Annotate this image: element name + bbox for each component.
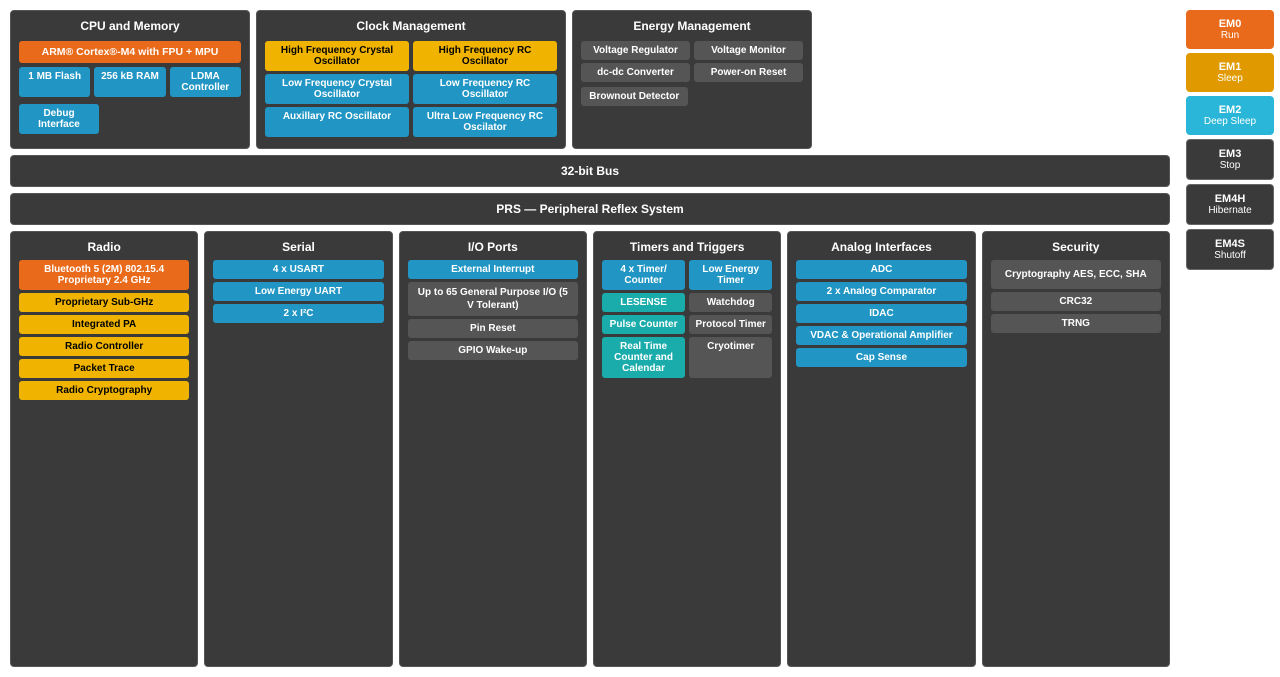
- lfrco-btn: Low Frequency RC Oscillator: [413, 74, 557, 104]
- em4s-label: EM4S: [1191, 238, 1269, 250]
- ldma-btn: LDMA Controller: [170, 67, 241, 97]
- gpio-btn: Up to 65 General Purpose I/O (5 V Tolera…: [408, 282, 578, 316]
- pa-btn: Integrated PA: [19, 315, 189, 334]
- letimer-btn: Low Energy Timer: [689, 260, 772, 290]
- ram-btn: 256 kB RAM: [94, 67, 165, 97]
- ext-btn: External Interrupt: [408, 260, 578, 279]
- bod-btn: Brownout Detector: [581, 87, 688, 106]
- hfrco-btn: High Frequency RC Oscillator: [413, 41, 557, 71]
- em3-badge: EM3 Stop: [1186, 139, 1274, 180]
- idac-btn: IDAC: [796, 304, 966, 323]
- crypto-btn: Radio Cryptography: [19, 381, 189, 400]
- pulse-btn: Pulse Counter: [602, 315, 685, 334]
- clock-section: Clock Management High Frequency Crystal …: [256, 10, 566, 149]
- leuart-btn: Low Energy UART: [213, 282, 383, 301]
- adc-btn: ADC: [796, 260, 966, 279]
- serial-title: Serial: [213, 240, 383, 254]
- em0-label: EM0: [1190, 18, 1270, 30]
- em4s-sub: Shutoff: [1191, 250, 1269, 261]
- crc-btn: CRC32: [991, 292, 1161, 311]
- ctrl-btn: Radio Controller: [19, 337, 189, 356]
- timers-section: Timers and Triggers 4 x Timer/ Counter L…: [593, 231, 781, 667]
- io-section: I/O Ports External Interrupt Up to 65 Ge…: [399, 231, 587, 667]
- cpu-section: CPU and Memory ARM® Cortex®-M4 with FPU …: [10, 10, 250, 149]
- em0-sub: Run: [1190, 30, 1270, 41]
- em2-badge: EM2 Deep Sleep: [1186, 96, 1274, 135]
- clock-row2: Low Frequency Crystal Oscillator Low Fre…: [265, 74, 557, 107]
- io-title: I/O Ports: [408, 240, 578, 254]
- timers-title: Timers and Triggers: [602, 240, 772, 254]
- analog-section: Analog Interfaces ADC 2 x Analog Compara…: [787, 231, 975, 667]
- analog-title: Analog Interfaces: [796, 240, 966, 254]
- proto-btn: Protocol Timer: [689, 315, 772, 334]
- por-btn: Power-on Reset: [694, 63, 803, 82]
- auxrc-btn: Auxillary RC Oscillator: [265, 107, 409, 137]
- energy-section: Energy Management Voltage Regulator Volt…: [572, 10, 812, 149]
- dcdc-btn: dc-dc Converter: [581, 63, 690, 82]
- em4h-label: EM4H: [1191, 193, 1269, 205]
- bt-btn: Bluetooth 5 (2M) 802.15.4 Proprietary 2.…: [19, 260, 189, 290]
- flash-btn: 1 MB Flash: [19, 67, 90, 97]
- em0-badge: EM0 Run: [1186, 10, 1274, 49]
- debug-btn: Debug Interface: [19, 104, 99, 134]
- i2c-btn: 2 x I²C: [213, 304, 383, 323]
- trace-btn: Packet Trace: [19, 359, 189, 378]
- cryo-btn: Cryotimer: [689, 337, 772, 378]
- crypto-sec-btn: Cryptography AES, ECC, SHA: [991, 260, 1161, 289]
- bus-row: 32-bit Bus: [10, 155, 1170, 187]
- prs-row: PRS — Peripheral Reflex System: [10, 193, 1170, 225]
- cap-btn: Cap Sense: [796, 348, 966, 367]
- usart-btn: 4 x USART: [213, 260, 383, 279]
- top-row: CPU and Memory ARM® Cortex®-M4 with FPU …: [10, 10, 1170, 149]
- em3-sub: Stop: [1191, 160, 1269, 171]
- em4h-sub: Hibernate: [1191, 205, 1269, 216]
- hfxo-btn: High Frequency Crystal Oscillator: [265, 41, 409, 71]
- memory-row: 1 MB Flash 256 kB RAM LDMA Controller: [19, 67, 241, 100]
- lesense-btn: LESENSE: [602, 293, 685, 312]
- timer-btn: 4 x Timer/ Counter: [602, 260, 685, 290]
- sidebar: EM0 Run EM1 Sleep EM2 Deep Sleep EM3 Sto…: [1180, 0, 1280, 677]
- wake-btn: GPIO Wake-up: [408, 341, 578, 360]
- timers-row3: Pulse Counter Protocol Timer: [602, 315, 772, 337]
- security-section: Security Cryptography AES, ECC, SHA CRC3…: [982, 231, 1170, 667]
- timers-row1: 4 x Timer/ Counter Low Energy Timer: [602, 260, 772, 293]
- em1-badge: EM1 Sleep: [1186, 53, 1274, 92]
- energy-title: Energy Management: [581, 19, 803, 33]
- clock-row3: Auxillary RC Oscillator Ultra Low Freque…: [265, 107, 557, 140]
- lfxo-btn: Low Frequency Crystal Oscillator: [265, 74, 409, 104]
- clock-row1: High Frequency Crystal Oscillator High F…: [265, 41, 557, 74]
- security-title: Security: [991, 240, 1161, 254]
- timers-row4: Real Time Counter and Calendar Cryotimer: [602, 337, 772, 381]
- ulfrco-btn: Ultra Low Frequency RC Oscilator: [413, 107, 557, 137]
- rtc-btn: Real Time Counter and Calendar: [602, 337, 685, 378]
- trng-btn: TRNG: [991, 314, 1161, 333]
- clock-title: Clock Management: [265, 19, 557, 33]
- main-content: CPU and Memory ARM® Cortex®-M4 with FPU …: [0, 0, 1180, 677]
- energy-row1: Voltage Regulator Voltage Monitor: [581, 41, 803, 63]
- vmon-btn: Voltage Monitor: [694, 41, 803, 60]
- pin-btn: Pin Reset: [408, 319, 578, 338]
- watchdog-btn: Watchdog: [689, 293, 772, 312]
- em4s-badge: EM4S Shutoff: [1186, 229, 1274, 270]
- vdac-btn: VDAC & Operational Amplifier: [796, 326, 966, 345]
- bottom-row: Radio Bluetooth 5 (2M) 802.15.4 Propriet…: [10, 231, 1170, 667]
- vreg-btn: Voltage Regulator: [581, 41, 690, 60]
- timers-row2: LESENSE Watchdog: [602, 293, 772, 315]
- em3-label: EM3: [1191, 148, 1269, 160]
- sub-btn: Proprietary Sub-GHz: [19, 293, 189, 312]
- em2-label: EM2: [1190, 104, 1270, 116]
- comp-btn: 2 x Analog Comparator: [796, 282, 966, 301]
- cpu-title: CPU and Memory: [19, 19, 241, 33]
- radio-section: Radio Bluetooth 5 (2M) 802.15.4 Propriet…: [10, 231, 198, 667]
- em2-sub: Deep Sleep: [1190, 116, 1270, 127]
- serial-section: Serial 4 x USART Low Energy UART 2 x I²C: [204, 231, 392, 667]
- em1-label: EM1: [1190, 61, 1270, 73]
- radio-title: Radio: [19, 240, 189, 254]
- em1-sub: Sleep: [1190, 73, 1270, 84]
- arm-btn: ARM® Cortex®-M4 with FPU + MPU: [19, 41, 241, 63]
- em4h-badge: EM4H Hibernate: [1186, 184, 1274, 225]
- energy-row2: dc-dc Converter Power-on Reset: [581, 63, 803, 85]
